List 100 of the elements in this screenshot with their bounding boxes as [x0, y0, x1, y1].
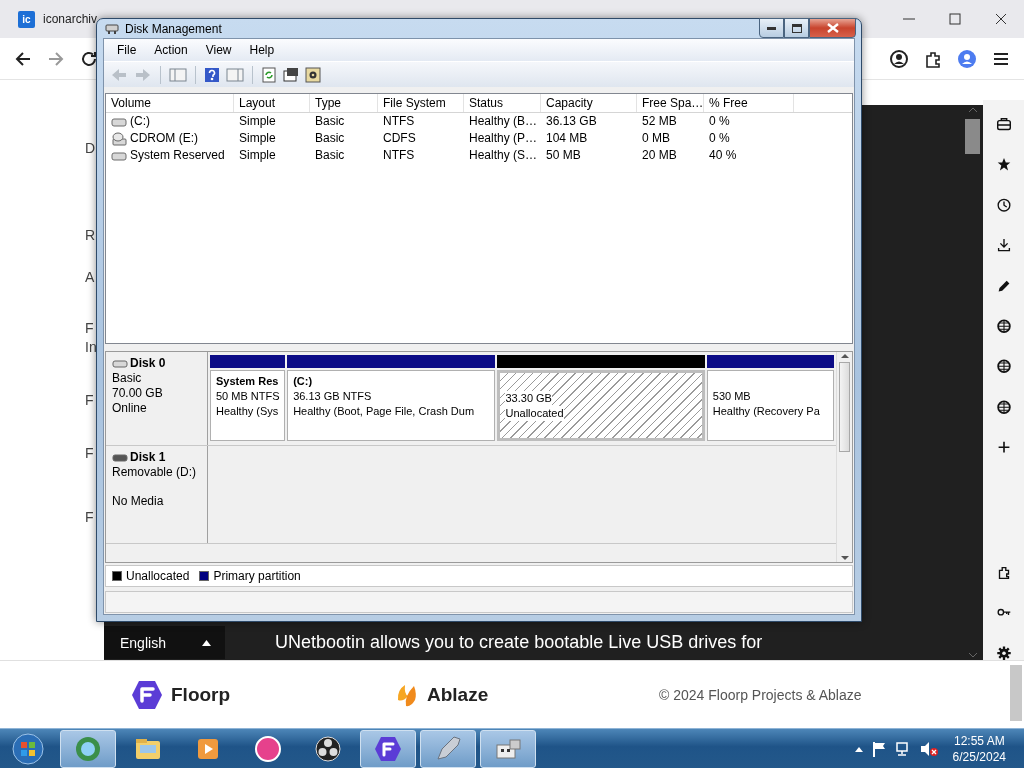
partition-block[interactable]: 530 MB Healthy (Recovery Pa	[706, 370, 834, 441]
maximize-icon[interactable]	[947, 11, 963, 27]
clock-date[interactable]: 6/25/2024	[952, 748, 1006, 765]
partition-info: 50 MB NTFS	[216, 389, 280, 404]
refresh-icon[interactable]	[261, 66, 277, 83]
column-header[interactable]: Layout	[234, 94, 310, 112]
close-button[interactable]	[809, 18, 856, 38]
flag-icon[interactable]	[871, 740, 886, 757]
partition-info: 530 MB	[712, 389, 751, 404]
page-text: F	[85, 509, 95, 525]
column-header[interactable]: Status	[464, 94, 541, 112]
legend-label: Primary partition	[213, 569, 301, 583]
column-header[interactable]: File System	[378, 94, 464, 112]
windows-logo-icon	[11, 731, 45, 766]
globe-icon[interactable]	[995, 318, 1012, 334]
back-icon[interactable]	[14, 49, 32, 68]
taskbar-app[interactable]	[360, 729, 416, 768]
table-cell: 40 %	[709, 147, 737, 164]
menu-item[interactable]: File	[108, 43, 146, 57]
disk-info: Basic	[112, 371, 142, 386]
table-cell: 0 %	[709, 113, 730, 130]
cd-drive-icon	[111, 131, 127, 146]
table-cell: CDFS	[383, 130, 416, 147]
volume-muted-icon[interactable]	[919, 740, 938, 757]
partition-info: Healthy (Sys	[216, 404, 279, 419]
rocket-icon	[434, 734, 462, 763]
settings-icon[interactable]	[305, 66, 321, 83]
floorp-logo	[131, 679, 163, 710]
scroll-down-icon[interactable]	[839, 554, 850, 562]
maximize-icon	[791, 23, 802, 33]
partition-block[interactable]: (C:) 36.13 GB NTFS Healthy (Boot, Page File, Crash Dum	[287, 370, 496, 441]
close-icon[interactable]	[993, 11, 1009, 27]
page-text: In	[85, 339, 98, 355]
window-title: Disk Management	[125, 21, 222, 36]
table-cell: Basic	[315, 147, 345, 164]
account-icon[interactable]	[889, 48, 909, 69]
column-header[interactable]: Free Spa…	[637, 94, 704, 112]
briefcase-icon[interactable]	[995, 117, 1012, 132]
show-hidden-icon[interactable]	[854, 745, 863, 752]
site-favicon: ic	[18, 10, 35, 28]
globe-icon[interactable]	[995, 399, 1012, 414]
table-cell: 50 MB	[546, 147, 581, 164]
partition-info: Healthy (Boot, Page File, Crash Dum	[293, 404, 475, 419]
column-header[interactable]: Volume	[106, 94, 234, 112]
clock-time[interactable]: 12:55 AM	[953, 732, 1005, 749]
scroll-up-icon[interactable]	[966, 105, 979, 115]
page-text: D	[85, 140, 97, 156]
column-header[interactable]: Type	[310, 94, 378, 112]
table-cell: Simple	[239, 113, 276, 130]
menu-item[interactable]: Help	[240, 43, 284, 57]
globe-icon[interactable]	[995, 359, 1012, 374]
reload-icon[interactable]	[80, 49, 98, 68]
page-text: R	[85, 227, 97, 243]
help-icon[interactable]	[204, 66, 220, 83]
scroll-up-icon[interactable]	[839, 352, 850, 360]
legend-label: Unallocated	[126, 569, 190, 583]
table-cell[interactable]: System Reserved	[130, 147, 225, 164]
table-cell: Healthy (B…	[469, 113, 538, 130]
maximize-button[interactable]	[784, 18, 809, 38]
column-header[interactable]: Capacity	[541, 94, 637, 112]
settings-icon[interactable]	[995, 645, 1012, 660]
properties-icon[interactable]	[283, 66, 299, 83]
disk-label[interactable]: Disk 0 Basic 70.00 GB Online	[106, 352, 208, 445]
table-cell: NTFS	[383, 113, 415, 130]
disk-status: No Media	[112, 494, 164, 509]
scrollbar-thumb[interactable]	[1010, 665, 1022, 721]
minimize-icon	[767, 26, 776, 30]
page-text: F	[85, 320, 95, 336]
partition-block[interactable]: 33.30 GB Unallocated	[497, 370, 705, 441]
language-select[interactable]: English	[104, 626, 225, 659]
round-app-icon	[254, 734, 282, 763]
table-cell[interactable]: (C:)	[130, 113, 150, 130]
partition-block[interactable]: System Res 50 MB NTFS Healthy (Sys	[210, 370, 286, 441]
forward-icon[interactable]	[47, 49, 65, 68]
partition-info: 36.13 GB NTFS	[293, 389, 372, 404]
star-icon[interactable]	[995, 157, 1012, 172]
download-icon[interactable]	[995, 238, 1012, 253]
table-cell[interactable]: CDROM (E:)	[130, 130, 198, 147]
caret-icon	[202, 639, 211, 646]
disk-label[interactable]: Disk 1 Removable (D:) No Media	[106, 446, 208, 543]
network-icon[interactable]	[894, 740, 911, 757]
brand-name[interactable]: Ablaze	[427, 683, 489, 706]
partition-name: (C:)	[293, 374, 313, 389]
browser-icon	[74, 734, 102, 763]
menu-item[interactable]: View	[196, 43, 241, 57]
scroll-down-icon[interactable]	[966, 650, 979, 660]
scrollbar-thumb[interactable]	[839, 362, 850, 452]
history-icon[interactable]	[995, 197, 1012, 213]
extensions-icon[interactable]	[924, 49, 942, 68]
tab-title[interactable]: iconarchiv	[43, 12, 98, 26]
brand-name[interactable]: Floorp	[171, 683, 231, 706]
profile-icon[interactable]	[957, 48, 977, 69]
menu-item[interactable]: Action	[145, 43, 197, 57]
hexagon-logo-icon	[374, 735, 402, 762]
minimize-button[interactable]	[759, 18, 784, 38]
scrollbar-thumb[interactable]	[965, 119, 980, 154]
table-cell: Simple	[239, 147, 276, 164]
close-icon	[826, 23, 839, 33]
table-cell: Healthy (S…	[469, 147, 538, 164]
column-header[interactable]: % Free	[704, 94, 794, 112]
